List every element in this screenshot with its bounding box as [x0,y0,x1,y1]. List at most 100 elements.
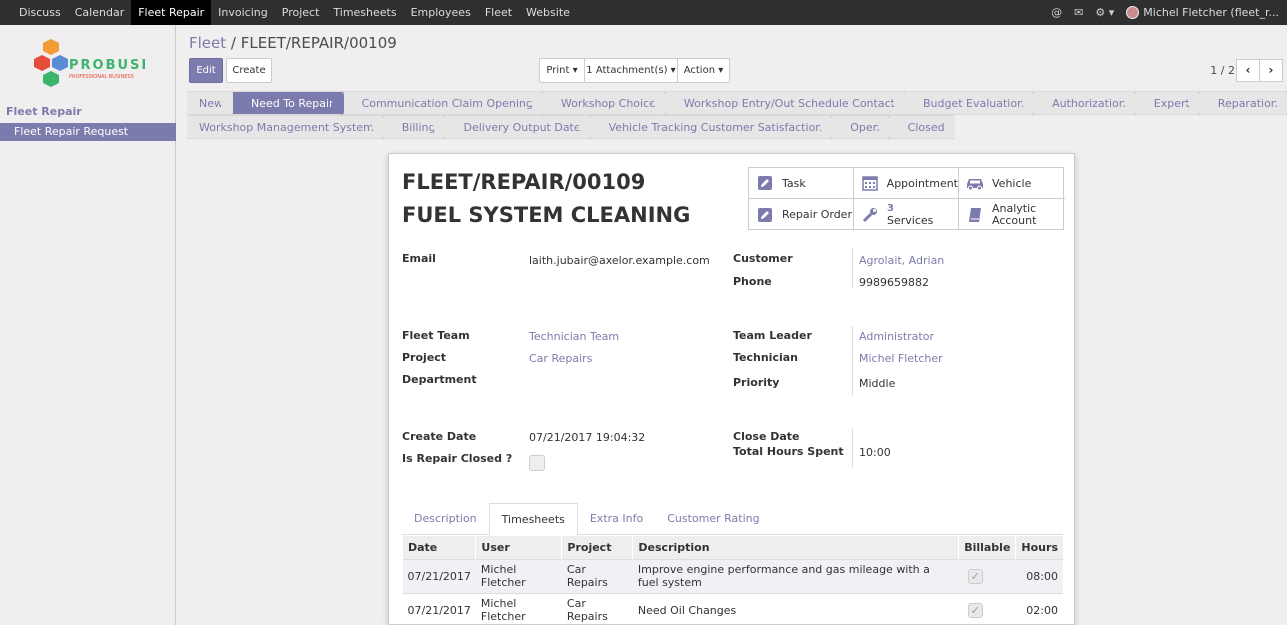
tab-timesheets[interactable]: Timesheets [488,503,578,536]
technician-value[interactable]: Michel Fletcher [859,352,943,365]
sidebar-item-fleet-repair-request[interactable]: Fleet Repair Request [0,123,176,141]
appointment-label: Appointment [886,176,958,190]
repair-closed-checkbox[interactable] [529,455,545,471]
analytic-account-button[interactable]: Analytic Account [959,199,1065,230]
cell-billable: ✓ [958,558,1016,593]
stage-closed[interactable]: Closed [889,115,955,139]
pager-next-button[interactable]: › [1259,59,1283,82]
field-separator [852,428,853,468]
task-button[interactable]: Task [749,168,854,199]
table-row[interactable]: 07/21/2017 Michel Fletcher Car Repairs N… [402,592,1063,625]
action-label: Action [683,65,716,76]
breadcrumb-parent[interactable]: Fleet [189,34,226,52]
bug-icon[interactable]: ⚙ ▾ [1095,6,1114,19]
menu-fleet[interactable]: Fleet [478,0,519,25]
caret-down-icon: ▾ [670,65,676,76]
status-row-2: Workshop Management System Billing Deliv… [187,115,1275,139]
tab-customer-rating[interactable]: Customer Rating [655,503,771,534]
menu-project[interactable]: Project [275,0,327,25]
column-header-user[interactable]: User [475,536,562,559]
phone-label: Phone [733,275,772,288]
at-icon[interactable]: @ [1051,6,1062,19]
stage-vehicle-tracking[interactable]: Vehicle Tracking Customer Satisfaction [590,115,833,139]
status-row-1: New Need To Repair Communication Claim O… [187,91,1287,115]
email-label: Email [402,252,436,265]
appointment-button[interactable]: Appointment [854,168,959,199]
cell-user: Michel Fletcher [475,592,562,625]
breadcrumb-separator: / [230,34,236,52]
cell-description: Need Oil Changes [632,592,959,625]
car-icon [965,173,985,193]
services-label: Services [887,214,934,227]
stage-workshop-choice[interactable]: Workshop Choice [542,91,666,115]
chat-icon[interactable]: ✉ [1074,6,1083,19]
action-dropdown[interactable]: Action ▾ [677,58,730,83]
stage-reparation[interactable]: Reparation [1199,91,1287,115]
cell-project: Car Repairs [561,558,633,593]
total-hours-label: Total Hours Spent [733,445,844,458]
column-header-project[interactable]: Project [561,536,633,559]
pencil-icon [755,205,775,225]
book-icon [965,205,985,225]
technician-label: Technician [733,351,799,364]
create-button[interactable]: Create [226,58,272,83]
cell-user: Michel Fletcher [475,558,562,593]
table-row[interactable]: 07/21/2017 Michel Fletcher Car Repairs I… [402,558,1063,593]
column-header-description[interactable]: Description [632,536,959,559]
stage-authorization[interactable]: Authorization [1034,91,1136,115]
logo-text: PROBUSE [69,58,145,73]
task-label: Task [782,176,806,190]
services-button[interactable]: 3 Services [854,199,959,230]
customer-value[interactable]: Agrolait, Adrian [859,254,944,267]
stage-need-to-repair[interactable]: Need To Repair [233,91,344,115]
top-navbar: Discuss Calendar Fleet Repair Invoicing … [0,0,1287,25]
stage-open[interactable]: Open [832,115,890,139]
pager-previous-button[interactable]: ‹ [1236,59,1260,82]
stage-new[interactable]: New [187,91,233,115]
edit-button[interactable]: Edit [189,58,223,83]
services-text: 3 Services [887,202,933,227]
team-leader-value[interactable]: Administrator [859,330,934,343]
stage-communication-claim-opening[interactable]: Communication Claim Opening [343,91,543,115]
column-header-billable[interactable]: Billable [958,536,1016,559]
print-dropdown[interactable]: Print ▾ [539,58,585,83]
smart-buttons: Task Appointment Vehicle Repair Order 3S… [748,167,1065,230]
stage-expert[interactable]: Expert [1135,91,1200,115]
fleet-team-value[interactable]: Technician Team [529,330,619,343]
column-header-hours[interactable]: Hours [1015,536,1063,559]
analytic-text: Analytic Account [992,202,1036,227]
menu-calendar[interactable]: Calendar [68,0,131,25]
project-value[interactable]: Car Repairs [529,352,592,365]
menu-employees[interactable]: Employees [404,0,478,25]
column-header-date[interactable]: Date [401,536,476,559]
menu-timesheets[interactable]: Timesheets [326,0,403,25]
form-sheet: FLEET/REPAIR/00109 FUEL SYSTEM CLEANING … [388,153,1075,625]
repair-order-button[interactable]: Repair Order [749,199,854,230]
status-bar: New Need To Repair Communication Claim O… [187,91,1287,139]
breadcrumb-current: FLEET/REPAIR/00109 [240,34,397,52]
user-menu[interactable]: Michel Fletcher (fleet_r... [1126,6,1279,19]
caret-down-icon: ▾ [718,65,724,76]
notebook-tabs: Description Timesheets Extra Info Custom… [402,503,1063,536]
stage-billing[interactable]: Billing [383,115,446,139]
breadcrumb: Fleet / FLEET/REPAIR/00109 [189,34,397,52]
tab-description[interactable]: Description [402,503,489,534]
stage-workshop-entry-out[interactable]: Workshop Entry/Out Schedule Contact [665,91,905,115]
cell-project: Car Repairs [561,592,633,625]
menu-website[interactable]: Website [519,0,577,25]
menu-fleet-repair[interactable]: Fleet Repair [131,0,212,25]
priority-label: Priority [733,376,780,389]
attachments-dropdown[interactable]: 1 Attachment(s) ▾ [584,58,678,83]
user-name: Michel Fletcher (fleet_r... [1143,6,1279,19]
close-date-label: Close Date [733,430,800,443]
vehicle-button[interactable]: Vehicle [959,168,1065,199]
stage-budget-evaluation[interactable]: Budget Evaluation [904,91,1035,115]
menu-invoicing[interactable]: Invoicing [211,0,275,25]
menu-discuss[interactable]: Discuss [12,0,68,25]
tab-extra-info[interactable]: Extra Info [578,503,655,534]
cell-hours: 02:00 [1015,592,1063,625]
stage-workshop-management-system[interactable]: Workshop Management System [187,115,384,139]
billable-checkbox: ✓ [967,568,983,584]
stage-delivery-output-date[interactable]: Delivery Output Date [445,115,591,139]
total-hours-value: 10:00 [859,446,891,459]
